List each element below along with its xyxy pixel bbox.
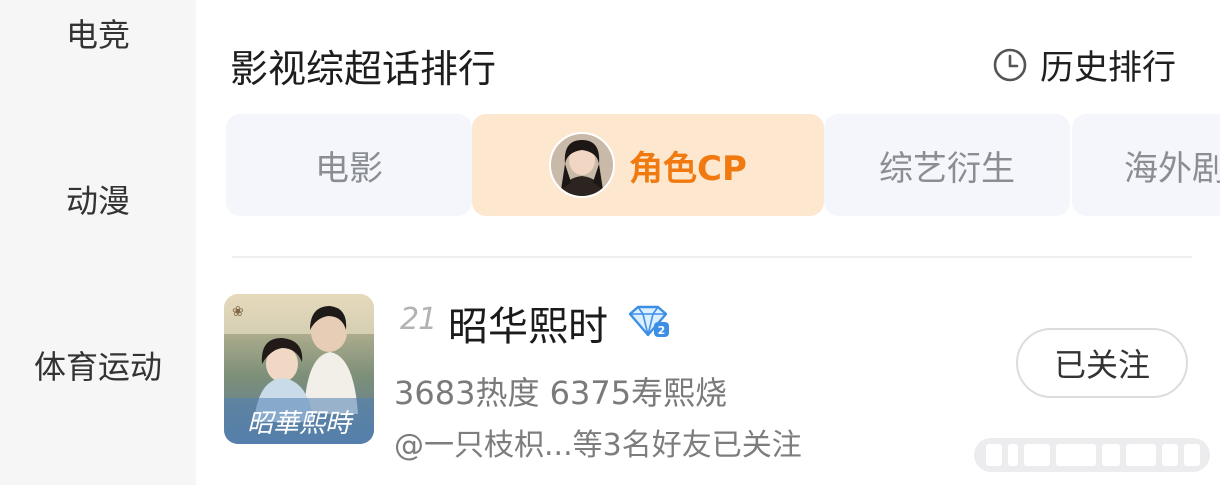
divider [232, 256, 1192, 258]
history-ranking-button[interactable]: 历史排行 [992, 40, 1176, 89]
sidebar-item-anime[interactable]: 动漫 [0, 176, 196, 222]
tab-variety-derivative[interactable]: 综艺衍生 [824, 114, 1070, 216]
tab-label: 海外剧 [1124, 148, 1220, 189]
heat-stats: 3683热度 6375寿熙烧 [394, 374, 728, 412]
follow-button-label: 已关注 [1053, 346, 1150, 384]
follow-button[interactable]: 已关注 [1016, 328, 1188, 398]
avatar [549, 132, 616, 198]
category-sidebar: 电竞 动漫 体育运动 [0, 0, 196, 485]
tab-movie[interactable]: 电影 [226, 114, 472, 216]
clock-icon [993, 48, 1027, 81]
progress-indicator [974, 438, 1210, 472]
supertopic-name[interactable]: 昭华熙时 [448, 294, 608, 352]
rank-number: 21 [400, 302, 437, 337]
friends-followed-text: @一只枝枳...等3名好友已关注 [394, 428, 802, 463]
history-ranking-label: 历史排行 [1040, 48, 1176, 88]
sidebar-item-esports[interactable]: 电竞 [0, 10, 196, 56]
diamond-level-badge-icon: 2 [628, 305, 669, 337]
tab-overseas-drama[interactable]: 海外剧 [1072, 114, 1220, 216]
poster-title-text: 昭華熙時 [247, 409, 354, 439]
tab-label: 角色CP [629, 148, 747, 189]
page-title: 影视综超话排行 [230, 47, 497, 91]
tab-label: 综艺衍生 [879, 148, 1015, 189]
svg-text:❀: ❀ [232, 304, 244, 320]
drama-poster[interactable]: 昭華熙時 ❀ [224, 294, 374, 444]
sidebar-item-sports[interactable]: 体育运动 [0, 342, 196, 388]
tab-label: 电影 [315, 148, 383, 189]
svg-text:2: 2 [658, 324, 666, 337]
tab-character-cp[interactable]: 角色CP [472, 114, 824, 216]
